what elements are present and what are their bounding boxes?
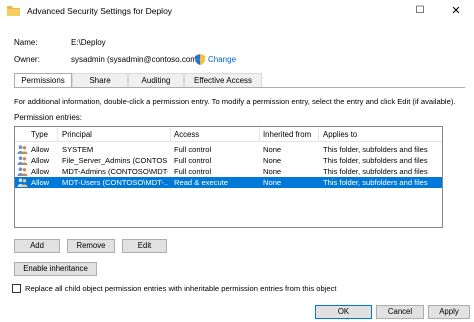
name-label: Name: — [14, 38, 38, 47]
header-inherited-from[interactable]: Inherited from — [263, 130, 311, 139]
cell-applies-to: This folder, subfolders and files — [323, 145, 428, 154]
cell-principal: SYSTEM — [62, 145, 94, 154]
header-access[interactable]: Access — [174, 130, 199, 139]
user-group-icon — [17, 178, 28, 187]
user-group-icon — [17, 167, 28, 176]
folder-icon — [7, 6, 20, 16]
header-principal[interactable]: Principal — [62, 130, 92, 139]
change-owner-link[interactable]: Change — [195, 54, 236, 65]
tab-auditing[interactable]: Auditing — [128, 73, 184, 87]
column-separator[interactable] — [57, 127, 58, 142]
header-type[interactable]: Type — [31, 130, 48, 139]
table-header: Type Principal Access Inherited from App… — [15, 127, 442, 142]
shield-icon — [195, 54, 205, 65]
cell-principal: File_Server_Admins (CONTOS... — [62, 156, 168, 165]
change-link-label[interactable]: Change — [208, 55, 236, 64]
cell-inherited-from: None — [263, 156, 282, 165]
add-button[interactable]: Add — [14, 239, 60, 253]
cell-type: Allow — [31, 156, 50, 165]
cell-access: Full control — [174, 145, 212, 154]
user-group-icon — [17, 145, 28, 154]
cell-principal: MDT-Admins (CONTOSO\MDT-... — [62, 167, 168, 176]
table-row[interactable]: Allow MDT-Admins (CONTOSO\MDT-... Full c… — [15, 166, 442, 177]
tab-share[interactable]: Share — [72, 73, 128, 87]
cell-type: Allow — [31, 167, 50, 176]
cell-access: Full control — [174, 167, 212, 176]
cell-type: Allow — [31, 145, 50, 154]
owner-label: Owner: — [14, 55, 40, 64]
permission-entries-label: Permission entries: — [14, 113, 83, 122]
cell-access: Read & execute — [174, 178, 229, 187]
info-text: For additional information, double-click… — [14, 97, 456, 106]
cell-applies-to: This folder, subfolders and files — [323, 167, 428, 176]
owner-value: sysadmin (sysadmin@contoso.com) — [71, 55, 200, 64]
apply-button[interactable]: Apply — [428, 305, 470, 319]
table-row-selected[interactable]: Allow MDT-Users (CONTOSO\MDT-... Read & … — [15, 177, 442, 188]
cell-principal: MDT-Users (CONTOSO\MDT-... — [62, 178, 168, 187]
cell-applies-to: This folder, subfolders and files — [323, 156, 428, 165]
tab-effective-access[interactable]: Effective Access — [184, 73, 262, 87]
replace-child-permissions-checkbox[interactable] — [12, 284, 21, 293]
cell-inherited-from: None — [263, 167, 282, 176]
dialog-footer: OK Cancel Apply — [0, 300, 474, 322]
edit-button[interactable]: Edit — [122, 239, 167, 253]
cell-applies-to: This folder, subfolders and files — [323, 178, 428, 187]
tab-divider — [14, 87, 465, 88]
ok-button[interactable]: OK — [315, 305, 372, 319]
header-applies-to[interactable]: Applies to — [323, 130, 357, 139]
replace-child-permissions-label[interactable]: Replace all child object permission entr… — [25, 284, 337, 293]
cell-inherited-from: None — [263, 145, 282, 154]
cell-inherited-from: None — [263, 178, 282, 187]
column-separator[interactable] — [170, 127, 171, 142]
tab-permissions[interactable]: Permissions — [14, 73, 72, 88]
window-title: Advanced Security Settings for Deploy — [27, 6, 173, 16]
permission-entries-list[interactable]: Type Principal Access Inherited from App… — [14, 126, 443, 228]
cancel-button[interactable]: Cancel — [376, 305, 424, 319]
table-row[interactable]: Allow File_Server_Admins (CONTOS... Full… — [15, 155, 442, 166]
remove-button[interactable]: Remove — [67, 239, 115, 253]
table-row[interactable]: Allow SYSTEM Full control None This fold… — [15, 144, 442, 155]
column-separator[interactable] — [259, 127, 260, 142]
maximize-button[interactable]: ☐ — [404, 0, 436, 22]
cell-access: Full control — [174, 156, 212, 165]
cell-type: Allow — [31, 178, 50, 187]
close-button[interactable]: ✕ — [440, 0, 472, 22]
enable-inheritance-button[interactable]: Enable inheritance — [14, 262, 97, 276]
name-value: E:\Deploy — [71, 38, 106, 47]
title-bar: Advanced Security Settings for Deploy ☐ … — [0, 0, 474, 22]
user-group-icon — [17, 156, 28, 165]
column-separator[interactable] — [318, 127, 319, 142]
